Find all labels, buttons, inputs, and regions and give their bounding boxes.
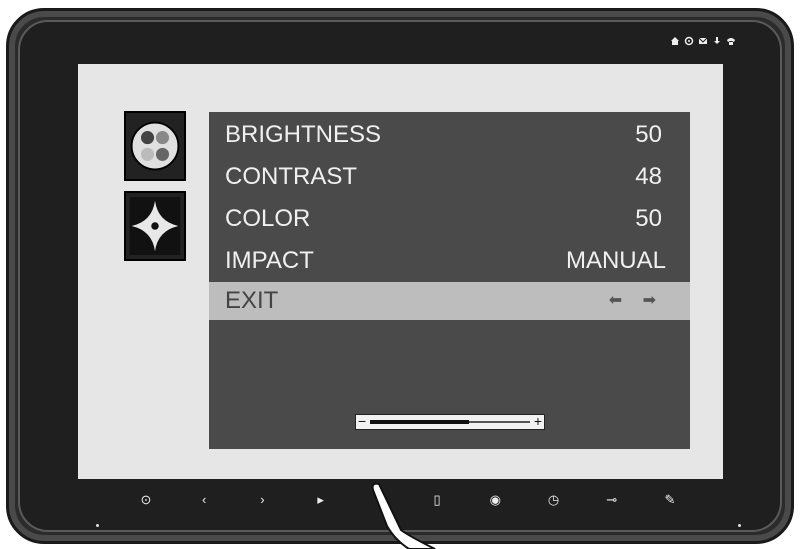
phone-icon <box>726 36 736 46</box>
menu-row-label: COLOR <box>225 205 311 232</box>
minus-icon: − <box>358 413 367 429</box>
right-arrow-icon[interactable]: › <box>254 492 270 508</box>
menu-row-label: IMPACT <box>225 247 314 274</box>
power-icon[interactable]: ⊙ <box>138 492 154 508</box>
download-icon <box>712 36 722 46</box>
osd-menu-panel: BRIGHTNESS 50 CONTRAST 48 COLOR 50 IMPAC… <box>209 112 690 449</box>
menu-row-impact[interactable]: IMPACT MANUAL <box>209 242 690 280</box>
input-icon[interactable]: ▸ <box>313 492 329 508</box>
mail-icon <box>698 36 708 46</box>
key-icon[interactable]: ⊸ <box>604 492 620 508</box>
color-dots-icon <box>130 121 180 171</box>
geometry-icon <box>129 197 181 255</box>
circle-icon[interactable]: ◉ <box>487 492 503 508</box>
menu-row-label: EXIT <box>225 287 279 314</box>
indicator-dot <box>738 524 741 527</box>
home-icon <box>670 36 680 46</box>
plus-icon: + <box>533 413 542 429</box>
menu-row-brightness[interactable]: BRIGHTNESS 50 <box>209 116 690 154</box>
pointing-hand-icon <box>371 482 436 549</box>
menu-row-color[interactable]: COLOR 50 <box>209 200 690 238</box>
left-right-arrows-icon: ⬅ ➡ <box>608 292 664 309</box>
geometry-settings-tab[interactable] <box>124 191 186 261</box>
settings-icon <box>684 36 694 46</box>
value-slider[interactable]: − + <box>355 413 545 430</box>
menu-row-label: CONTRAST <box>225 163 357 190</box>
menu-row-contrast[interactable]: CONTRAST 48 <box>209 158 690 196</box>
status-bar <box>670 36 736 46</box>
menu-row-value: 50 <box>635 205 662 232</box>
indicator-dot <box>96 524 99 527</box>
pen-icon[interactable]: ✎ <box>662 492 678 508</box>
menu-row-value: 48 <box>635 163 662 190</box>
left-arrow-icon[interactable]: ‹ <box>196 492 212 508</box>
picture-settings-tab[interactable] <box>124 111 186 181</box>
menu-row-label: BRIGHTNESS <box>225 121 382 148</box>
slider-fill <box>370 420 470 424</box>
menu-row-value: MANUAL <box>565 247 666 274</box>
menu-row-value: 50 <box>635 121 662 148</box>
clock-icon[interactable]: ◷ <box>546 492 562 508</box>
menu-row-exit[interactable]: EXIT ⬅ ➡ <box>209 282 690 320</box>
